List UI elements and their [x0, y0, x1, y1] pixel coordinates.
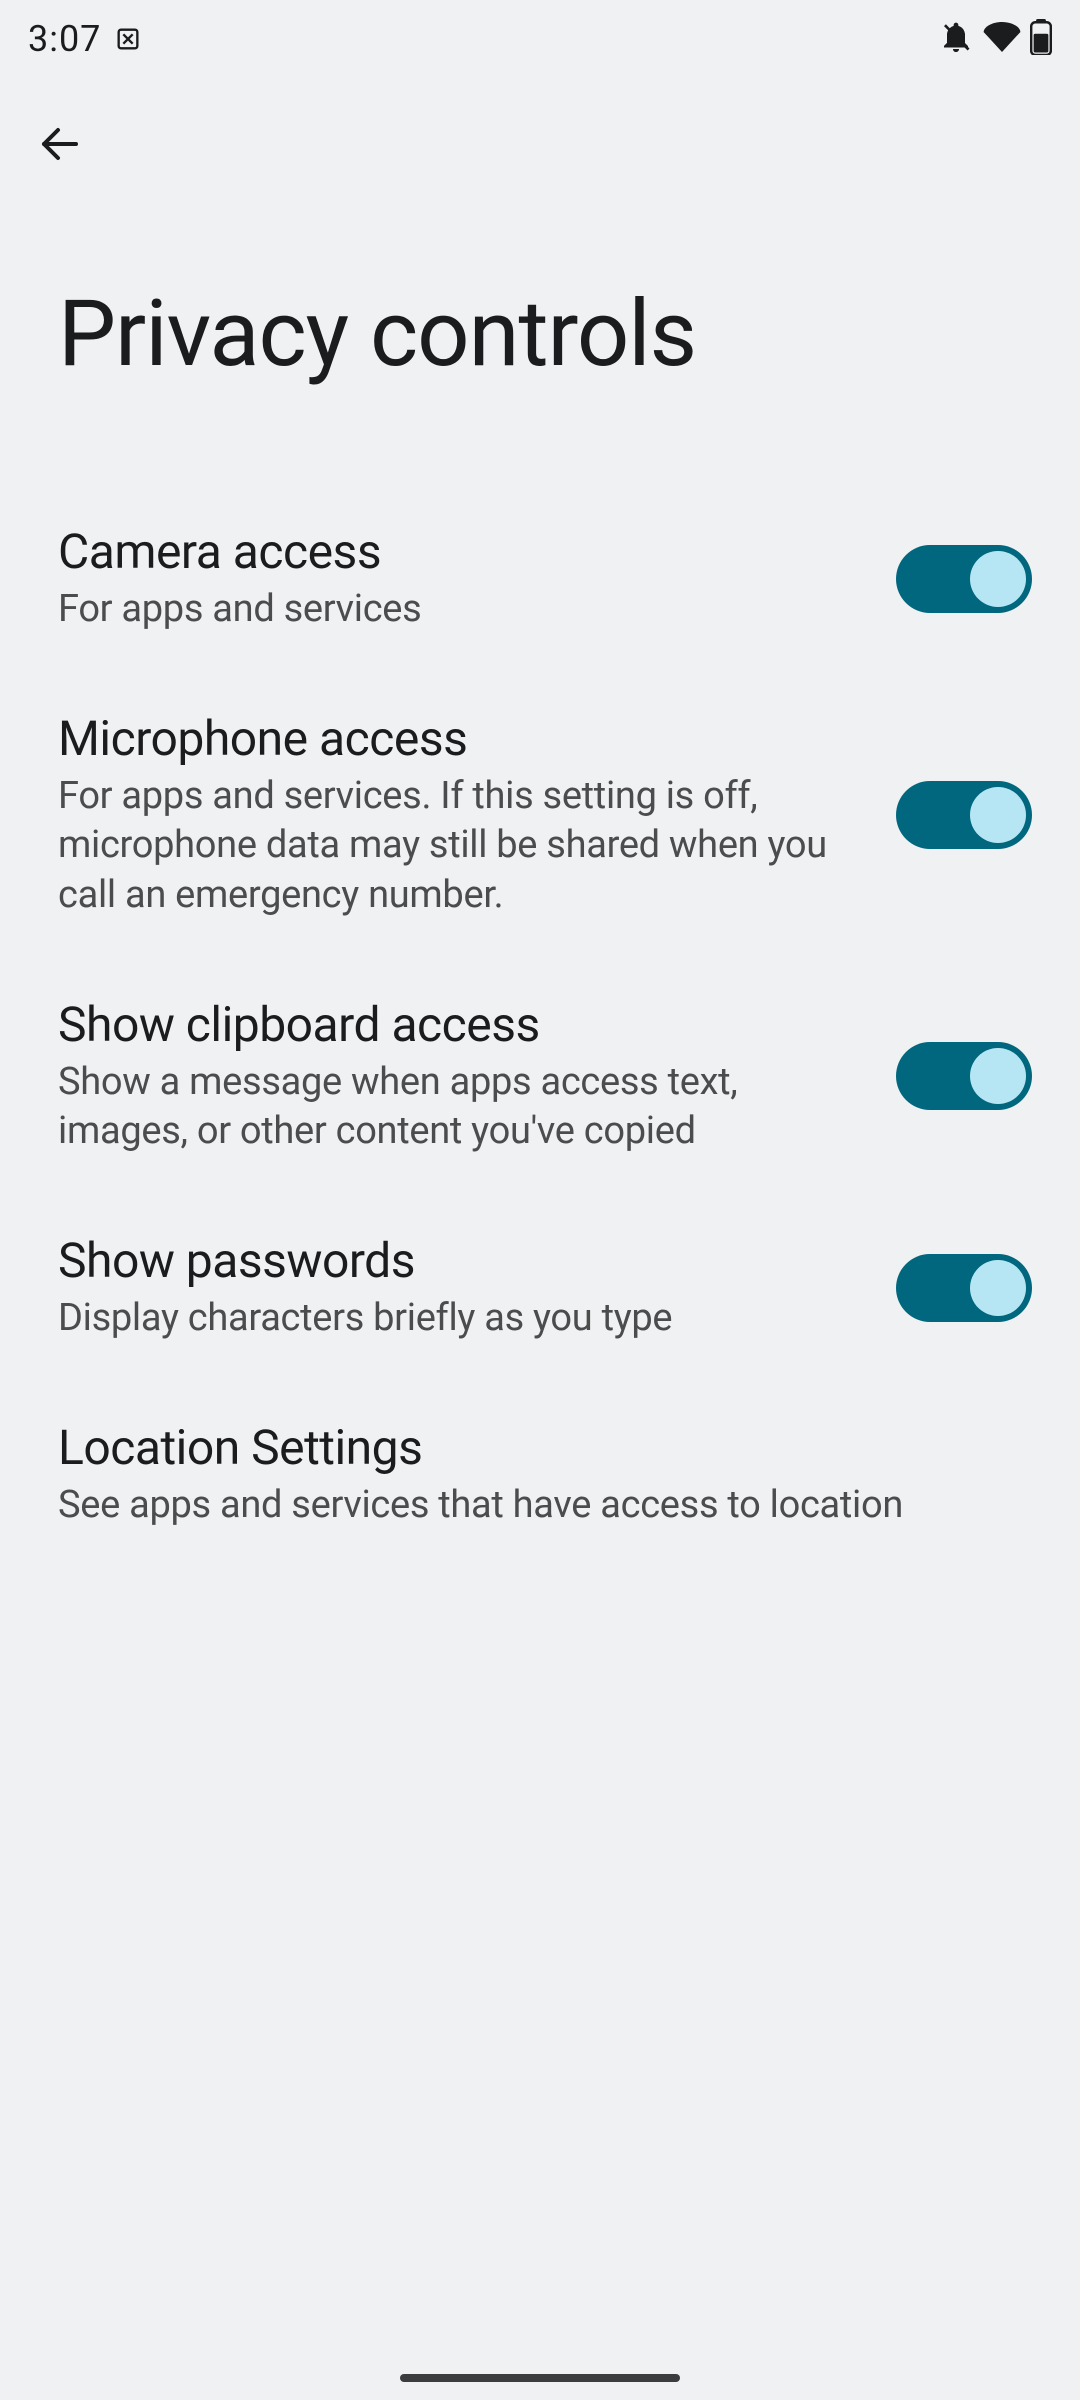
- setting-text: Camera access For apps and services: [58, 523, 896, 634]
- nav-handle[interactable]: [400, 2374, 680, 2382]
- setting-title: Show clipboard access: [58, 996, 856, 1054]
- toggle-thumb: [970, 1260, 1026, 1316]
- status-bar-right: [938, 17, 1052, 61]
- page-title: Privacy controls: [58, 284, 1080, 385]
- toggle-show-passwords[interactable]: [896, 1254, 1032, 1322]
- toggle-camera-access[interactable]: [896, 545, 1032, 613]
- back-button[interactable]: [20, 104, 100, 184]
- setting-description: For apps and services: [58, 585, 856, 634]
- setting-title: Location Settings: [58, 1419, 992, 1477]
- settings-list: Camera access For apps and services Micr…: [0, 485, 1080, 1568]
- setting-camera-access[interactable]: Camera access For apps and services: [0, 485, 1080, 672]
- setting-show-passwords[interactable]: Show passwords Display characters briefl…: [0, 1194, 1080, 1381]
- toggle-thumb: [970, 787, 1026, 843]
- setting-title: Microphone access: [58, 710, 856, 768]
- status-time: 3:07: [28, 18, 101, 60]
- battery-icon: [1030, 19, 1052, 59]
- setting-text: Show clipboard access Show a message whe…: [58, 996, 896, 1156]
- setting-location-settings[interactable]: Location Settings See apps and services …: [0, 1381, 1080, 1568]
- toggle-thumb: [970, 1048, 1026, 1104]
- setting-microphone-access[interactable]: Microphone access For apps and services.…: [0, 672, 1080, 958]
- setting-title: Camera access: [58, 523, 856, 581]
- setting-title: Show passwords: [58, 1232, 856, 1290]
- toggle-microphone-access[interactable]: [896, 781, 1032, 849]
- setting-description: For apps and services. If this setting i…: [58, 772, 856, 920]
- setting-text: Show passwords Display characters briefl…: [58, 1232, 896, 1343]
- notification-blocked-icon: [113, 24, 143, 54]
- setting-text: Location Settings See apps and services …: [58, 1419, 1032, 1530]
- back-arrow-icon: [36, 120, 84, 168]
- setting-description: Display characters briefly as you type: [58, 1294, 856, 1343]
- wifi-icon: [982, 17, 1022, 61]
- toggle-thumb: [970, 551, 1026, 607]
- status-bar: 3:07: [0, 0, 1080, 70]
- setting-description: See apps and services that have access t…: [58, 1481, 992, 1530]
- setting-clipboard-access[interactable]: Show clipboard access Show a message whe…: [0, 958, 1080, 1194]
- setting-description: Show a message when apps access text, im…: [58, 1058, 856, 1157]
- setting-text: Microphone access For apps and services.…: [58, 710, 896, 920]
- do-not-disturb-icon: [938, 19, 974, 59]
- status-bar-left: 3:07: [28, 18, 143, 60]
- toggle-clipboard-access[interactable]: [896, 1042, 1032, 1110]
